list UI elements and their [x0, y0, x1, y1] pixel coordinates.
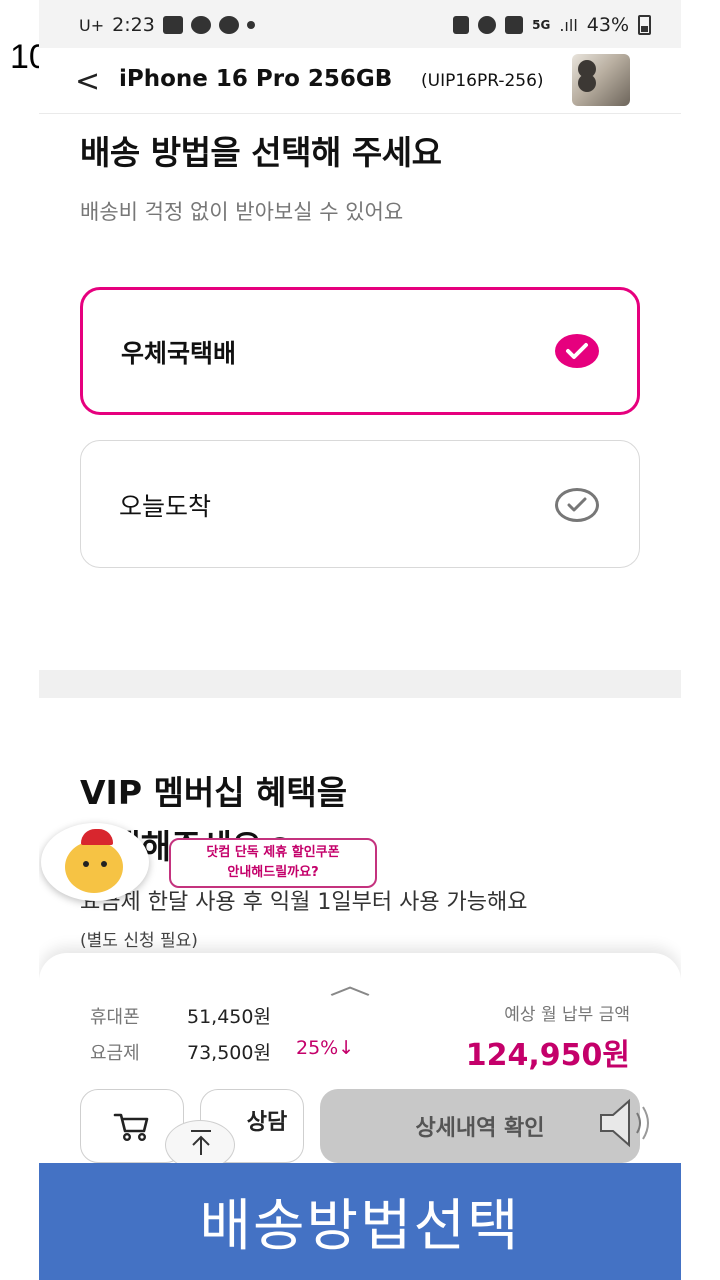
alarm-icon: [478, 16, 497, 34]
chatbot-mascot[interactable]: [41, 823, 149, 901]
mascot-eye: [83, 861, 89, 867]
discount-badge: 25%↓: [296, 1037, 355, 1059]
status-bar: U+ 2:23 5G .ıll 43%: [39, 0, 681, 48]
phone-price-label: 휴대폰: [90, 1007, 140, 1028]
battery-percent: 43%: [586, 14, 629, 36]
network-label: 5G: [532, 18, 551, 32]
delivery-option-today[interactable]: 오늘도착: [80, 440, 640, 568]
plan-price-label: 요금제: [90, 1043, 140, 1064]
product-header: < iPhone 16 Pro 256GB (UIP16PR-256): [39, 48, 681, 114]
chevron-up-icon[interactable]: ︿: [329, 965, 371, 1002]
delivery-subtitle: 배송비 걱정 없이 받아보실 수 있어요: [80, 200, 404, 224]
delivery-option-label: 오늘도착: [119, 492, 212, 521]
cart-icon: [113, 1113, 149, 1142]
phone-price-value: 51,450원: [187, 1006, 271, 1028]
bubble-line1: 닷컴 단독 제휴 할인쿠폰: [206, 845, 340, 860]
chatbot-bubble[interactable]: 닷컴 단독 제휴 할인쿠폰 안내해드릴까요?: [169, 838, 377, 888]
dot-icon: [246, 21, 255, 29]
delivery-option-post[interactable]: 우체국택배: [80, 287, 640, 415]
delivery-option-label: 우체국택배: [121, 339, 237, 368]
clock: 2:23: [112, 14, 155, 36]
expected-payment-label: 예상 월 납부 금액: [504, 1005, 630, 1025]
vip-note: (별도 신청 필요): [80, 931, 198, 951]
bubble-line2: 안내해드릴까요?: [227, 865, 319, 880]
speaker-icon[interactable]: [597, 1093, 661, 1153]
product-code: (UIP16PR-256): [421, 71, 544, 91]
mascot-face: [65, 841, 123, 893]
check-unselected-icon: [555, 488, 599, 522]
mascot-eye: [101, 861, 107, 867]
talk-icon: [218, 16, 239, 34]
product-name: iPhone 16 Pro 256GB: [119, 66, 393, 92]
product-thumbnail: [572, 54, 630, 106]
mascot-hat: [81, 829, 113, 845]
expected-payment-value: 124,950원: [465, 1038, 630, 1073]
link-icon: [190, 16, 211, 34]
caption-banner: 배송방법선택: [39, 1163, 681, 1280]
back-button[interactable]: <: [75, 64, 100, 99]
battery-icon: [638, 15, 651, 35]
mute-icon: [505, 16, 524, 34]
carrier-label: U+: [79, 15, 105, 35]
gallery-icon: [162, 16, 183, 34]
vip-title-line1: VIP 멤버십 혜택을: [80, 773, 348, 812]
consult-label: 상담: [246, 1110, 288, 1135]
section-divider: [39, 670, 681, 698]
delivery-title: 배송 방법을 선택해 주세요: [80, 133, 442, 172]
phone-screen: U+ 2:23 5G .ıll 43% < iPhone 16 Pro 256G…: [39, 0, 681, 1280]
signal-icon: .ıll: [559, 15, 578, 35]
plan-price-value: 73,500원: [187, 1042, 271, 1064]
sync-icon: [453, 16, 470, 34]
vip-subtitle: 요금제 한달 사용 후 익월 1일부터 사용 가능해요: [80, 890, 528, 915]
check-selected-icon: [555, 334, 599, 368]
detail-label: 상세내역 확인: [415, 1116, 545, 1141]
detail-button[interactable]: 상세내역 확인: [320, 1089, 640, 1163]
